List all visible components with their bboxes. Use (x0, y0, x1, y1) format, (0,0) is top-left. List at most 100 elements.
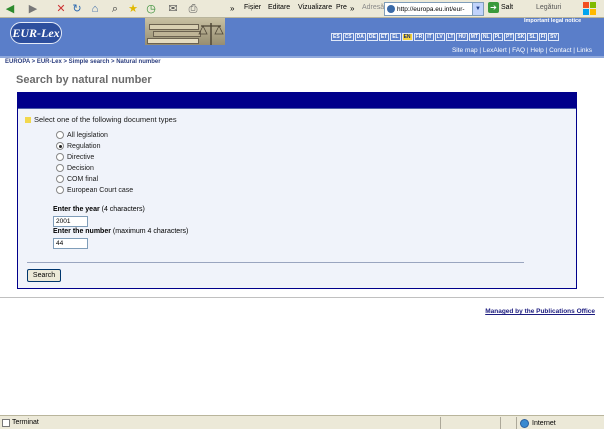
language-nl[interactable]: NL (480, 33, 492, 41)
language-el[interactable]: EL (390, 33, 401, 41)
radio-button[interactable] (56, 175, 64, 183)
legal-notice-link[interactable]: Important legal notice (524, 18, 581, 24)
bullet-icon (25, 116, 31, 123)
language-et[interactable]: ET (378, 33, 390, 41)
address-input[interactable] (385, 3, 465, 15)
book-graphic (147, 38, 199, 44)
menu-view[interactable]: Vizualizare (298, 4, 332, 11)
language-en[interactable]: EN (401, 33, 413, 41)
globe-icon (520, 419, 529, 428)
language-pt[interactable]: PT (503, 33, 515, 41)
home-icon[interactable]: ⌂ (88, 2, 102, 16)
option-label: Decision (67, 164, 94, 172)
favorites-icon[interactable]: ★ (126, 2, 140, 16)
radio-button[interactable] (56, 164, 64, 172)
language-pl[interactable]: PL (492, 33, 503, 41)
top-link-contact[interactable]: Contact (549, 47, 571, 54)
language-sl[interactable]: SL (527, 33, 538, 41)
radio-button[interactable] (56, 142, 64, 150)
browser-toolbar: ◀ ▶ ✕ ↻ ⌂ ⌕ ★ ◷ ✉ ⎙ » Fișier Editare Viz… (0, 0, 604, 18)
panel-header (18, 93, 576, 109)
option-label: COM final (67, 175, 99, 183)
search-button[interactable]: Search (27, 269, 61, 282)
language-sk[interactable]: SK (515, 33, 527, 41)
breadcrumb[interactable]: EUROPA > EUR-Lex > Simple search > Natur… (5, 59, 161, 65)
mail-icon[interactable]: ✉ (166, 2, 180, 16)
top-link-faq[interactable]: FAQ (512, 47, 525, 54)
number-label-text: Enter the number (53, 228, 111, 235)
go-arrow-icon: ➔ (488, 2, 499, 13)
language-hu[interactable]: HU (456, 33, 468, 41)
year-input[interactable] (53, 216, 88, 227)
section-label: Select one of the following document typ… (25, 115, 177, 124)
status-text: Terminat (12, 419, 39, 426)
top-links: Site map | LexAlert | FAQ | Help | Conta… (452, 47, 592, 54)
status-separator (440, 417, 441, 429)
top-link-help[interactable]: Help (530, 47, 543, 54)
book-graphic (153, 31, 201, 37)
windows-logo-icon (583, 2, 596, 15)
option-label: European Court case (67, 186, 134, 194)
go-button[interactable]: ➔ Salt (488, 2, 513, 13)
publications-office-link[interactable]: Managed by the Publications Office (485, 308, 595, 315)
radio-button[interactable] (56, 153, 64, 161)
option-all-legislation[interactable]: All legislation (56, 131, 108, 139)
top-link-site-map[interactable]: Site map (452, 47, 478, 54)
menu-edit[interactable]: Editare (268, 4, 290, 11)
search-icon[interactable]: ⌕ (108, 2, 122, 16)
links-label[interactable]: Legături (536, 4, 561, 11)
print-icon[interactable]: ⎙ (186, 2, 200, 16)
eurlex-logo[interactable]: EUR-Lex (10, 22, 62, 44)
option-regulation[interactable]: Regulation (56, 142, 100, 150)
footer-separator (0, 297, 604, 298)
scales-of-justice-icon (198, 23, 224, 47)
option-european-court-case[interactable]: European Court case (56, 186, 133, 194)
stop-icon[interactable]: ✕ (54, 2, 68, 16)
status-bar: Terminat Internet (0, 415, 604, 429)
number-hint: (maximum 4 characters) (112, 228, 189, 235)
language-fi[interactable]: FI (538, 33, 548, 41)
language-mt[interactable]: MT (468, 33, 480, 41)
forward-icon[interactable]: ▶ (26, 2, 40, 16)
back-icon[interactable]: ◀ (3, 2, 17, 16)
menu-favorites[interactable]: Pre (336, 4, 347, 11)
address-label: Adresă (362, 4, 385, 11)
language-fr[interactable]: FR (413, 33, 425, 41)
menu-chevron[interactable]: » (350, 4, 354, 13)
year-hint: (4 characters) (101, 206, 145, 213)
logo-text: EUR-Lex (12, 25, 60, 40)
top-link-lexalert[interactable]: LexAlert (483, 47, 507, 54)
number-input[interactable] (53, 238, 88, 249)
menu-file[interactable]: Fișier (244, 4, 261, 11)
language-cs[interactable]: CS (342, 33, 354, 41)
language-it[interactable]: IT (425, 33, 434, 41)
top-link-links[interactable]: Links (577, 47, 592, 54)
option-directive[interactable]: Directive (56, 153, 94, 161)
go-label: Salt (501, 4, 514, 11)
option-com-final[interactable]: COM final (56, 175, 98, 183)
address-dropdown-icon[interactable]: ▼ (472, 3, 483, 15)
language-es[interactable]: ES (331, 33, 342, 41)
page-icon (387, 5, 395, 13)
page-done-icon (2, 419, 10, 427)
option-label: All legislation (67, 131, 108, 139)
status-separator (500, 417, 501, 429)
toolbar-chevron[interactable]: » (230, 4, 234, 13)
address-bar[interactable]: ▼ (384, 2, 484, 16)
refresh-icon[interactable]: ↻ (70, 2, 84, 16)
radio-button[interactable] (56, 186, 64, 194)
language-lt[interactable]: LT (445, 33, 456, 41)
status-separator (516, 417, 517, 429)
history-icon[interactable]: ◷ (144, 2, 158, 16)
radio-button[interactable] (56, 131, 64, 139)
language-sv[interactable]: SV (548, 33, 559, 41)
security-zone: Internet (520, 419, 556, 428)
language-lv[interactable]: LV (434, 33, 445, 41)
page-title: Search by natural number (16, 74, 152, 86)
zone-label: Internet (532, 420, 556, 427)
book-graphic (149, 24, 199, 30)
language-de[interactable]: DE (366, 33, 378, 41)
language-da[interactable]: DA (354, 33, 366, 41)
option-decision[interactable]: Decision (56, 164, 94, 172)
section-label-text: Select one of the following document typ… (34, 115, 177, 124)
